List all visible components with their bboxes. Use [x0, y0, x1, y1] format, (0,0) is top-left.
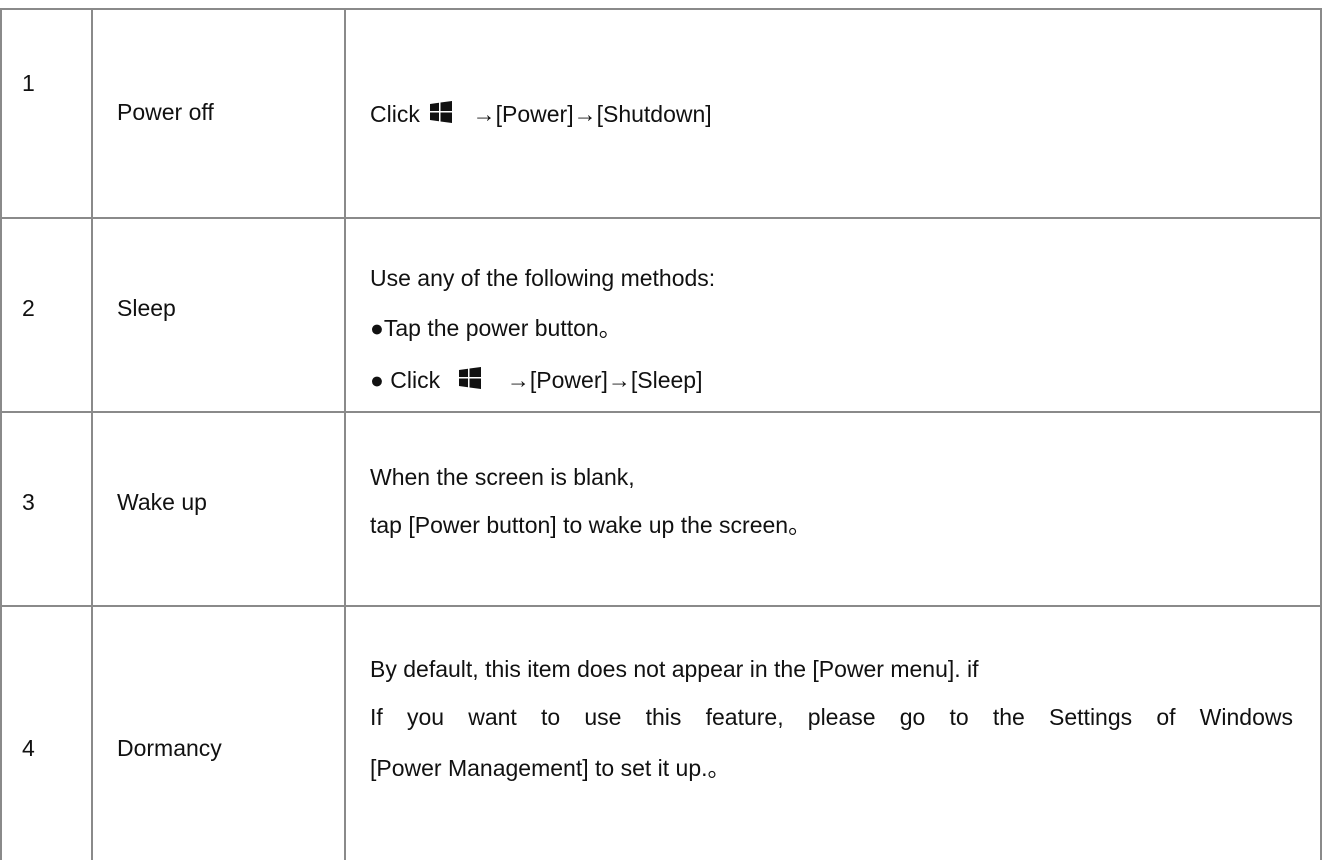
- row-2-name: Sleep: [117, 295, 176, 321]
- row-2-menu-path: →[Power]→[Sleep]: [506, 367, 703, 393]
- row-2-method-2: ● Click →[Power]→[Sleep]: [370, 367, 703, 392]
- row-2-number: 2: [22, 295, 35, 321]
- row-2-method-1: ●Tap the power button。: [370, 315, 622, 341]
- column-divider-1: [91, 8, 93, 860]
- windows-logo-icon: [430, 101, 453, 123]
- row-divider-1: [0, 217, 1322, 219]
- row-3-number: 3: [22, 489, 35, 515]
- row-3-name: Wake up: [117, 489, 207, 515]
- row-3-line-2: tap [Power button] to wake up the screen…: [370, 512, 812, 538]
- row-2-intro: Use any of the following methods:: [370, 265, 716, 291]
- power-options-table: 1 Power off Click →[Power]→[Shutdown] 2 …: [0, 0, 1322, 860]
- row-1-click-label: Click: [370, 101, 420, 127]
- row-1-number: 1: [22, 70, 35, 96]
- column-divider-2: [344, 8, 346, 860]
- table-right-border: [1320, 8, 1322, 860]
- windows-logo-icon: [458, 367, 481, 389]
- row-1-menu-path: →[Power]→[Shutdown]: [472, 101, 712, 127]
- row-divider-2: [0, 411, 1322, 413]
- row-1-description: Click →[Power]→[Shutdown]: [370, 101, 712, 126]
- row-4-line-3: [Power Management] to set it up.。: [370, 755, 731, 781]
- row-3-line-1: When the screen is blank,: [370, 464, 635, 490]
- row-divider-3: [0, 605, 1322, 607]
- row-4-line-2: If you want to use this feature, please …: [370, 704, 1293, 730]
- row-1-name: Power off: [117, 99, 214, 125]
- row-4-number: 4: [22, 735, 35, 761]
- row-2-click-label: ● Click: [370, 367, 441, 393]
- row-4-line-1: By default, this item does not appear in…: [370, 656, 979, 682]
- row-4-name: Dormancy: [117, 735, 222, 761]
- table-top-border: [0, 8, 1322, 10]
- table-left-border: [0, 8, 2, 860]
